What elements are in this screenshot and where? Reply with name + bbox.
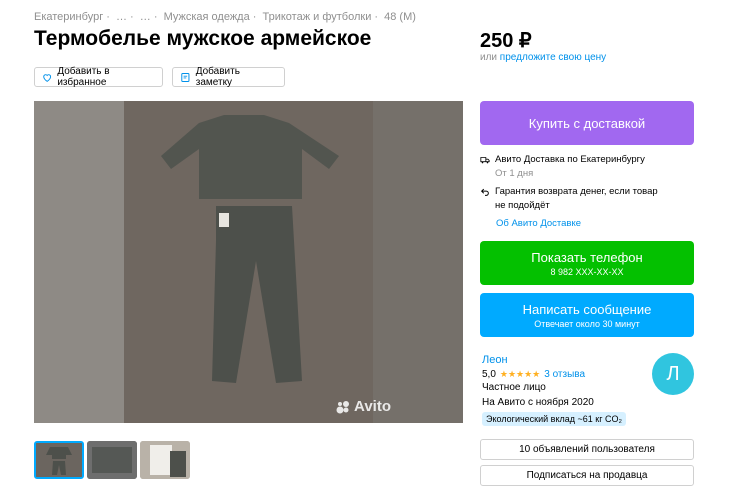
- show-phone-button[interactable]: Показать телефон 8 982 XXX-XX-XX: [480, 241, 694, 285]
- thumbnail-3-image: [140, 441, 190, 479]
- breadcrumb-subcategory[interactable]: Трикотаж и футболки ·: [263, 11, 379, 23]
- buy-with-delivery-button[interactable]: Купить с доставкой: [480, 101, 694, 145]
- price-suggestion: или предложите свою цену: [480, 52, 606, 63]
- avatar[interactable]: Л: [652, 353, 694, 395]
- seller-type: Частное лицо: [482, 382, 546, 393]
- price-or: или: [480, 52, 498, 63]
- user-ads-button[interactable]: 10 объявлений пользователя: [480, 439, 694, 460]
- rating-value: 5,0: [482, 369, 496, 380]
- thumbnail-2-image: [87, 441, 137, 479]
- response-time: Отвечает около 30 минут: [534, 318, 640, 329]
- show-phone-label: Показать телефон: [531, 249, 643, 265]
- add-to-favorites-label: Добавить в избранное: [57, 66, 110, 88]
- write-message-button[interactable]: Написать сообщение Отвечает около 30 мин…: [480, 293, 694, 337]
- write-message-label: Написать сообщение: [522, 301, 652, 317]
- return-arrow-icon: [480, 188, 489, 196]
- breadcrumb-city[interactable]: Екатеринбург ·: [34, 11, 110, 23]
- page-title: Термобелье мужское армейское: [34, 27, 372, 50]
- thumbnail-3[interactable]: [140, 441, 190, 479]
- thermal-underwear-picture: [161, 115, 339, 383]
- breadcrumb-category[interactable]: Мужская одежда ·: [164, 11, 257, 23]
- delivery-eta: От 1 дня: [495, 168, 534, 179]
- price: 250 ₽: [480, 30, 532, 52]
- about-delivery-link[interactable]: Об Авито Доставке: [496, 218, 581, 229]
- subscribe-seller-button[interactable]: Подписаться на продавца: [480, 465, 694, 486]
- truck-icon: [480, 157, 490, 164]
- guarantee-line-2: не подойдёт: [495, 200, 550, 211]
- thumbnail-1[interactable]: [34, 441, 84, 479]
- delivery-title: Авито Доставка по Екатеринбургу: [495, 154, 645, 165]
- photo-left-area: [34, 101, 124, 423]
- seller-rating: 5,0 ★★★★★ 3 отзыва: [482, 369, 585, 380]
- thumbnail-2[interactable]: [87, 441, 137, 479]
- reviews-link[interactable]: 3 отзыва: [544, 369, 585, 380]
- main-photo[interactable]: [124, 101, 373, 423]
- add-note-button[interactable]: Добавить заметку: [172, 66, 285, 88]
- breadcrumb-size[interactable]: 48 (M): [384, 11, 416, 23]
- breadcrumb-ellipsis-1[interactable]: … ·: [116, 11, 134, 23]
- photo-right-area: [373, 101, 463, 423]
- watermark-text: Avito: [354, 398, 391, 415]
- eco-contribution-badge[interactable]: Экологический вклад ~61 кг CO₂: [482, 412, 626, 426]
- phone-number-masked: 8 982 XXX-XX-XX: [550, 266, 624, 277]
- photo-gallery[interactable]: Avito: [34, 101, 463, 423]
- heart-icon: [43, 73, 52, 82]
- seller-since: На Авито с ноября 2020: [482, 397, 594, 408]
- thumbnail-1-image: [36, 443, 82, 477]
- add-to-favorites-button[interactable]: Добавить в избранное: [34, 66, 163, 88]
- note-icon: [181, 72, 190, 82]
- seller-name[interactable]: Леон: [482, 354, 508, 366]
- delivery-info: Авито Доставка по Екатеринбургу От 1 дня: [480, 153, 645, 181]
- breadcrumb: Екатеринбург · … · … · Мужская одежда · …: [34, 11, 419, 23]
- rating-stars-icon: ★★★★★: [499, 369, 541, 379]
- avito-logo-icon: [336, 400, 350, 413]
- avito-watermark: Avito: [335, 398, 391, 415]
- guarantee-info: Гарантия возврата денег, если товар не п…: [480, 185, 658, 213]
- guarantee-line-1: Гарантия возврата денег, если товар: [495, 186, 658, 197]
- suggest-price-link[interactable]: предложите свою цену: [500, 52, 606, 63]
- add-note-label: Добавить заметку: [195, 66, 240, 88]
- breadcrumb-ellipsis-2[interactable]: … ·: [140, 11, 158, 23]
